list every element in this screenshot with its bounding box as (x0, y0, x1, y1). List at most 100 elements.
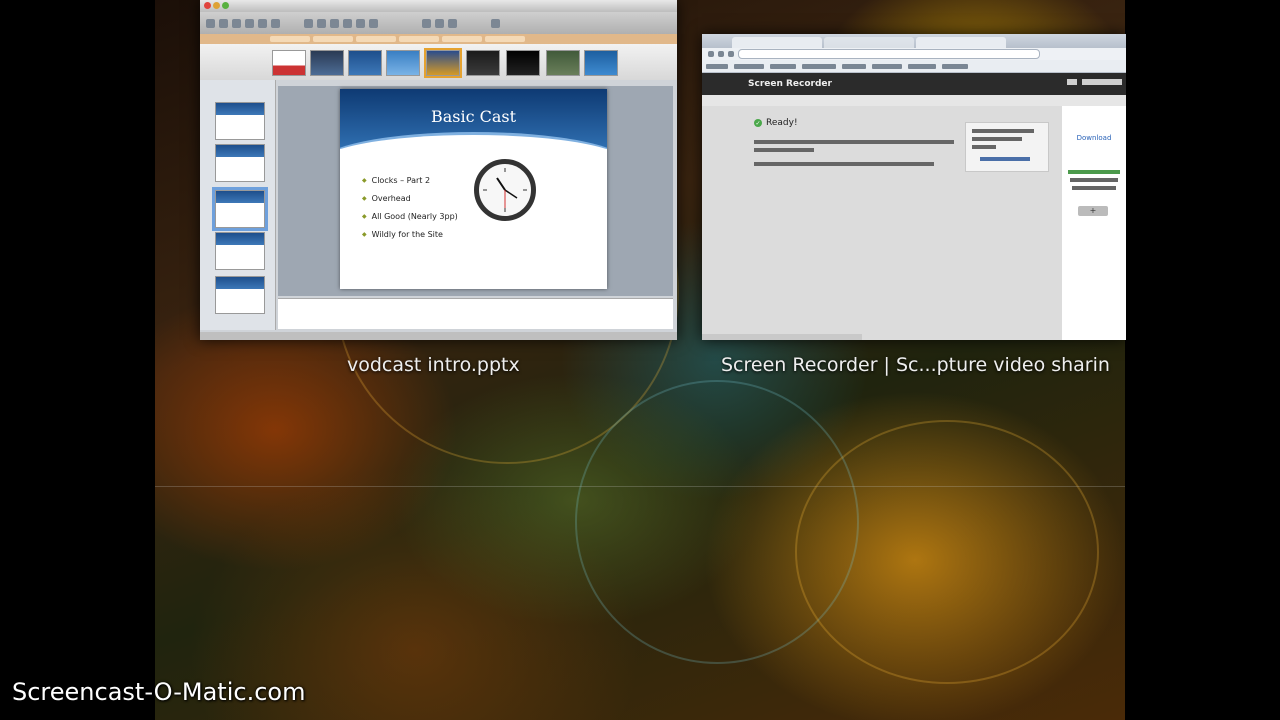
bookmark-item[interactable] (908, 63, 936, 69)
reload-icon[interactable] (728, 51, 734, 57)
bullet-item: Wildly for the Site (362, 225, 458, 243)
clock-icon (483, 168, 527, 212)
header-link[interactable] (1082, 79, 1122, 85)
status-bar (200, 332, 677, 340)
bullet-item: Clocks – Part 2 (362, 171, 458, 189)
smartart-icon[interactable] (343, 18, 352, 28)
open-icon[interactable] (219, 18, 228, 28)
minimize-icon[interactable] (213, 2, 220, 9)
zoom-icon[interactable] (222, 2, 229, 9)
undo-icon[interactable] (258, 18, 267, 28)
sidebar-button[interactable]: + (1078, 206, 1108, 216)
redo-icon[interactable] (271, 18, 280, 28)
download-link[interactable] (980, 157, 1030, 161)
bullet-item: All Good (Nearly 3pp) (362, 207, 458, 225)
window-caption-browser: Screen Recorder | Sc...pture video shari… (721, 354, 1110, 376)
ready-text: Ready! (766, 118, 798, 128)
theme-thumbnail[interactable] (348, 50, 382, 76)
theme-thumbnail[interactable] (272, 50, 306, 76)
current-slide[interactable]: Basic Cast Clocks – Part 2 Overhead All … (340, 89, 607, 289)
editor-area: Basic Cast Clocks – Part 2 Overhead All … (200, 80, 677, 340)
theme-thumbnail-selected[interactable] (424, 48, 462, 78)
browser-tabs (702, 34, 1126, 48)
info-text-line (754, 140, 954, 144)
slide-thumbnail[interactable] (215, 276, 265, 314)
slide-thumbnail-selected[interactable] (212, 187, 268, 231)
slide-thumbnail[interactable] (215, 102, 265, 140)
forward-icon[interactable] (718, 51, 724, 57)
header-link[interactable] (1067, 79, 1077, 85)
bookmark-item[interactable] (802, 63, 836, 69)
themes-ribbon (200, 44, 677, 80)
wallpaper-swirl (795, 420, 1099, 684)
bookmark-item[interactable] (706, 63, 728, 69)
chart-icon[interactable] (330, 18, 339, 28)
browser-tab-active[interactable] (916, 37, 1006, 48)
check-icon: ✓ (754, 119, 762, 127)
save-icon[interactable] (232, 18, 241, 28)
ready-status: ✓ Ready! (754, 118, 798, 128)
address-bar-row (702, 48, 1126, 60)
insert-icon[interactable] (304, 18, 313, 28)
slide-thumbnail[interactable] (215, 232, 265, 270)
toolbar (200, 12, 677, 34)
theme-thumbnail[interactable] (466, 50, 500, 76)
slide-canvas[interactable]: Basic Cast Clocks – Part 2 Overhead All … (278, 86, 673, 296)
theme-thumbnail[interactable] (310, 50, 344, 76)
divider (155, 486, 1125, 487)
theme-thumbnail[interactable] (386, 50, 420, 76)
bookmark-item[interactable] (942, 63, 968, 69)
bookmark-item[interactable] (842, 63, 866, 69)
theme-thumbnail[interactable] (546, 50, 580, 76)
slide-thumbnails-pane[interactable] (200, 80, 276, 330)
tab-smartart[interactable] (442, 36, 482, 42)
bookmark-item[interactable] (734, 63, 764, 69)
window-titlebar[interactable] (200, 0, 677, 12)
gallery-icon[interactable] (448, 18, 457, 28)
site-title[interactable]: Screen Recorder (748, 79, 832, 89)
watermark: Screencast-O-Matic.com (12, 678, 306, 706)
info-text-line (972, 145, 996, 149)
media-icon[interactable] (435, 18, 444, 28)
text-icon[interactable] (356, 18, 365, 28)
tab-transitions[interactable] (485, 36, 525, 42)
new-icon[interactable] (206, 18, 215, 28)
tab-themes[interactable] (313, 36, 353, 42)
sidebar-link[interactable]: Download (1062, 134, 1126, 142)
picture-icon[interactable] (422, 18, 431, 28)
bookmarks-bar (702, 60, 1126, 73)
sidebar-text-line (1070, 178, 1118, 182)
sidebar-ad: Download + (1062, 106, 1126, 340)
download-box[interactable] (965, 122, 1049, 172)
table-icon[interactable] (317, 18, 326, 28)
info-text-line (972, 137, 1022, 141)
slide-thumbnail[interactable] (215, 144, 265, 182)
info-text-line (754, 148, 814, 152)
bookmark-item[interactable] (872, 63, 902, 69)
tab-charts[interactable] (399, 36, 439, 42)
browser-tab[interactable] (732, 37, 822, 48)
back-icon[interactable] (708, 51, 714, 57)
sidebar-text-line (1072, 186, 1116, 190)
bullet-item: Overhead (362, 189, 458, 207)
close-icon[interactable] (204, 2, 211, 9)
theme-thumbnail[interactable] (506, 50, 540, 76)
clock-image[interactable] (474, 159, 536, 221)
bookmark-item[interactable] (770, 63, 796, 69)
theme-thumbnail[interactable] (584, 50, 618, 76)
slide-title[interactable]: Basic Cast (340, 107, 607, 126)
window-caption-powerpoint: vodcast intro.pptx (347, 354, 520, 376)
ribbon-tabs (200, 34, 677, 44)
browser-window[interactable]: Screen Recorder ✓ Ready! Download + (702, 34, 1126, 340)
page-content: ✓ Ready! (702, 106, 1062, 340)
slide-bullets[interactable]: Clocks – Part 2 Overhead All Good (Nearl… (362, 171, 458, 243)
tab-tables[interactable] (356, 36, 396, 42)
tab-home[interactable] (270, 36, 310, 42)
browser-tab[interactable] (824, 37, 914, 48)
shape-icon[interactable] (369, 18, 378, 28)
powerpoint-window[interactable]: Basic Cast Clocks – Part 2 Overhead All … (200, 0, 677, 340)
zoom-icon[interactable] (491, 18, 500, 28)
print-icon[interactable] (245, 18, 254, 28)
notes-pane[interactable] (278, 298, 673, 329)
url-input[interactable] (738, 49, 1040, 59)
